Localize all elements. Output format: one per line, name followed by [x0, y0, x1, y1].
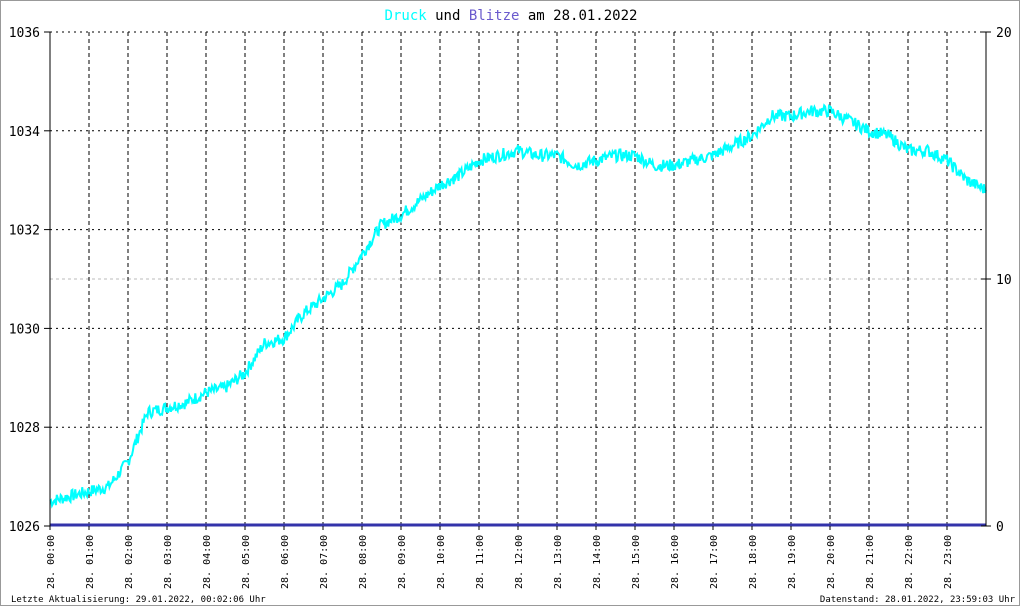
x-tick-label: 28. 10:00 — [436, 535, 447, 589]
x-tick-label: 28. 11:00 — [475, 535, 486, 589]
x-tick-label: 28. 19:00 — [787, 535, 798, 589]
x-tick-label: 28. 16:00 — [670, 535, 681, 589]
x-tick-label: 28. 20:00 — [826, 535, 837, 589]
x-tick-label: 28. 09:00 — [397, 535, 408, 589]
y-left-tick-label: 1032 — [9, 224, 40, 239]
x-tick-label: 28. 22:00 — [904, 535, 915, 589]
title-date: am 28.01.2022 — [528, 8, 638, 24]
x-tick-label: 28. 14:00 — [592, 535, 603, 589]
x-tick-label: 28. 05:00 — [241, 535, 252, 589]
x-tick-label: 28. 18:00 — [748, 535, 759, 589]
x-tick-label: 28. 17:00 — [709, 535, 720, 589]
footer-data-status: Datenstand: 28.01.2022, 23:59:03 Uhr — [820, 595, 1016, 605]
x-tick-label: 28. 12:00 — [514, 535, 525, 589]
x-tick-label: 28. 03:00 — [163, 535, 174, 589]
x-tick-label: 28. 07:00 — [319, 535, 330, 589]
title-und: und — [435, 8, 460, 24]
title-blitze: Blitze — [469, 8, 520, 24]
y-right-tick-label: 20 — [996, 26, 1012, 41]
chart-container: Druck und Blitze am 28.01.2022 1026 1028 1… — [0, 0, 1020, 606]
y-right-tick-label: 10 — [996, 273, 1012, 288]
pressure-lightning-chart: Druck und Blitze am 28.01.2022 1026 1028 1… — [9, 8, 1016, 605]
x-tick-label: 28. 21:00 — [865, 535, 876, 589]
x-tick-label: 28. 15:00 — [631, 535, 642, 589]
x-tick-label: 28. 02:00 — [124, 535, 135, 589]
y-right-tick-label: 0 — [996, 520, 1004, 535]
y-left-tick-label: 1036 — [9, 26, 40, 41]
x-tick-label: 28. 06:00 — [280, 535, 291, 589]
x-tick-label: 28. 00:00 — [46, 535, 57, 589]
x-tick-label: 28. 23:00 — [943, 535, 954, 589]
y-left-tick-label: 1026 — [9, 520, 40, 535]
chart-title: Druck und Blitze am 28.01.2022 — [385, 8, 638, 24]
title-druck: Druck — [385, 8, 428, 24]
y-left-tick-label: 1034 — [9, 125, 40, 140]
y-left-tick-label: 1030 — [9, 322, 40, 337]
y-left-tick-label: 1028 — [9, 421, 40, 436]
x-tick-label: 28. 08:00 — [358, 535, 369, 589]
x-tick-label: 28. 13:00 — [553, 535, 564, 589]
x-tick-label: 28. 04:00 — [202, 535, 213, 589]
footer-last-update: Letzte Aktualisierung: 29.01.2022, 00:02… — [11, 595, 266, 605]
x-tick-label: 28. 01:00 — [85, 535, 96, 589]
